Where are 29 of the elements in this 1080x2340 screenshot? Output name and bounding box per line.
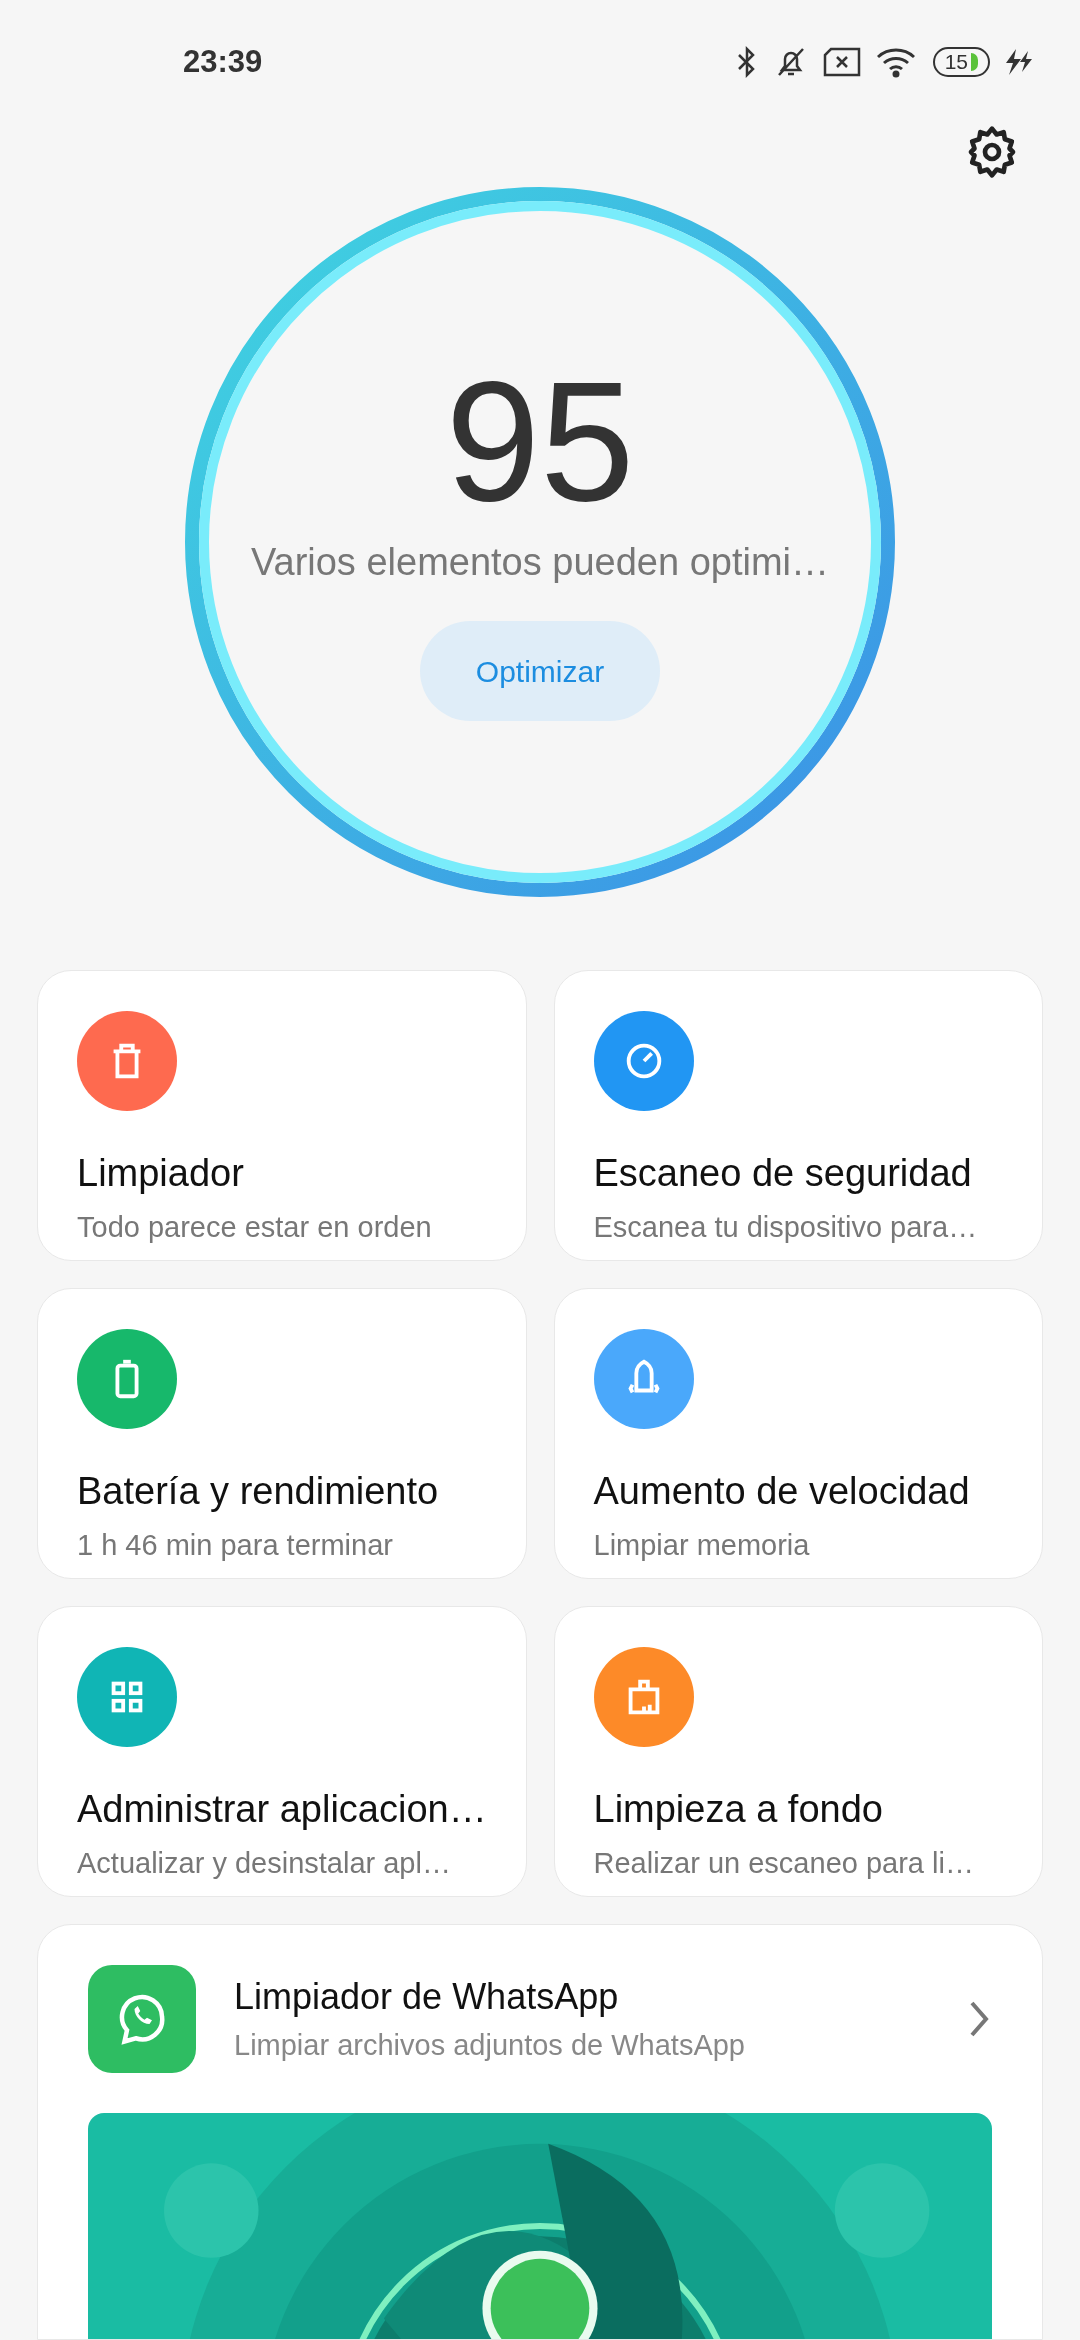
- feature-card[interactable]: Limpiador Todo parece estar en orden: [37, 970, 527, 1261]
- clock: 23:39: [183, 42, 263, 81]
- feature-card[interactable]: Administrar aplicacion… Actualizar y desinstalar apl…: [37, 1606, 527, 1897]
- feature-card[interactable]: Aumento de velocidad Limpiar memoria: [553, 1288, 1043, 1579]
- feature-card[interactable]: Escaneo de seguridad Escanea tu dispositivo para…: [553, 970, 1043, 1261]
- card-title: Batería y rendimiento: [77, 1469, 440, 1514]
- card-subtitle: Limpiar memoria: [593, 1528, 811, 1563]
- card-title: Limpiador: [77, 1151, 245, 1196]
- card-title: Escaneo de seguridad: [593, 1151, 973, 1196]
- card-subtitle: Actualizar y desinstalar apl…: [77, 1846, 452, 1881]
- card-title: Limpiador de WhatsApp: [234, 1975, 620, 2020]
- card-subtitle: Todo parece estar en orden: [77, 1210, 433, 1245]
- score: 95: [445, 356, 635, 526]
- card-subtitle: Escanea tu dispositivo para…: [593, 1210, 979, 1245]
- card-subtitle: Limpiar archivos adjuntos de WhatsApp: [234, 2028, 746, 2064]
- charging-icon: [1004, 47, 1034, 77]
- card-subtitle: 1 h 46 min para terminar: [77, 1528, 394, 1563]
- battery-fill-icon: [971, 53, 978, 71]
- feature-card[interactable]: Batería y rendimiento 1 h 46 min para terminar: [37, 1288, 527, 1579]
- status-message: Varios elementos pueden optimi…: [250, 540, 830, 585]
- card-title: Administrar aplicacion…: [77, 1787, 488, 1832]
- feature-card[interactable]: Limpieza a fondo Realizar un escaneo para li…: [553, 1606, 1043, 1897]
- card-title: Limpieza a fondo: [593, 1787, 884, 1832]
- card-subtitle: Realizar un escaneo para li…: [593, 1846, 975, 1881]
- whatsapp-cleaner-icon: [88, 1965, 196, 2073]
- sim-icon: [822, 47, 861, 77]
- whatsapp-card[interactable]: Limpiador de WhatsApp Limpiar archivos adjuntos de WhatsApp: [37, 1924, 1043, 2340]
- battery-percent: 15: [944, 49, 968, 76]
- card-title: Aumento de velocidad: [593, 1469, 971, 1514]
